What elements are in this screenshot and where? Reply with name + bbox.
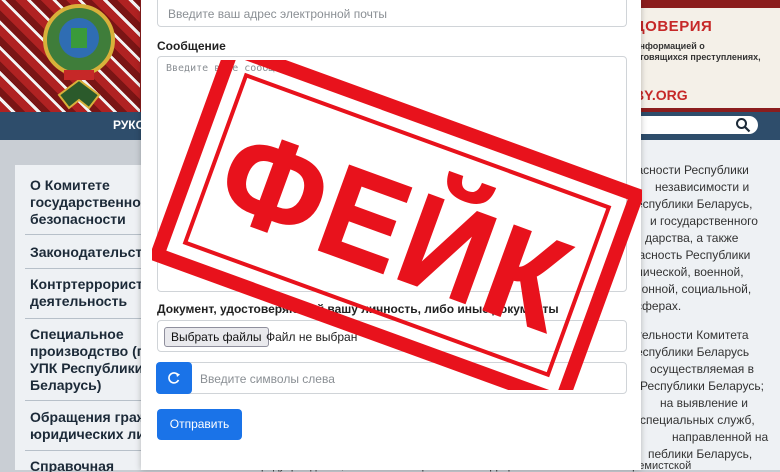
article-line: ционной, социальной,: [628, 282, 752, 296]
captcha-input[interactable]: Введите символы слева: [157, 362, 627, 394]
message-placeholder: Введите ваше сообщение: [166, 63, 299, 74]
file-input[interactable]: Выбрать файлы Файл не выбран: [157, 320, 627, 352]
article-line: дарства, а также: [645, 231, 739, 245]
file-status: Файл не выбран: [266, 330, 358, 344]
sidebar-divider: [25, 400, 155, 401]
article-line: пасности Республики: [630, 163, 749, 177]
article-line: еспублики Беларусь: [636, 345, 750, 359]
message-label: Сообщение: [157, 39, 226, 53]
search-icon[interactable]: [735, 117, 751, 133]
article-line: Республики Беларусь;: [640, 379, 764, 393]
refresh-captcha-button[interactable]: [156, 362, 192, 394]
sidebar-divider: [25, 318, 155, 319]
refresh-icon: [168, 372, 180, 384]
choose-files-button[interactable]: Выбрать файлы: [164, 327, 269, 347]
article-line: пеблики Беларусь,: [648, 447, 753, 461]
banner-text-2: отовящихся преступлениях,: [634, 52, 761, 62]
article-line: пасность Республики: [632, 248, 751, 262]
email-field[interactable]: Введите ваш адрес электронной почты: [157, 0, 627, 27]
sidebar-item-counterterrorism[interactable]: Контртеррорист деятельность: [30, 276, 155, 311]
article-line: специальных служб,: [640, 413, 755, 427]
article-line: ятельности Комитета: [630, 328, 749, 342]
captcha-placeholder: Введите символы слева: [200, 372, 335, 386]
sidebar-divider: [25, 268, 155, 269]
banner-title: ДОВЕРИЯ: [634, 18, 713, 35]
sidebar-item-appeals[interactable]: Обращения граж юридических ли: [30, 409, 155, 444]
sidebar-item-about[interactable]: О Комитете государственно безопасности: [30, 177, 155, 229]
sidebar-divider: [25, 234, 155, 235]
trust-banner[interactable]: ДОВЕРИЯ информацией о отовящихся преступ…: [628, 8, 780, 108]
article-line: омической, военной,: [628, 265, 744, 279]
sidebar-item-legislation[interactable]: Законодательст: [30, 244, 155, 262]
article-line: независимости и: [655, 180, 750, 194]
article-line: на выявление и: [660, 396, 748, 410]
email-placeholder: Введите ваш адрес электронной почты: [168, 7, 387, 21]
document-label: Документ, удостоверяющий вашу личность, …: [157, 302, 559, 316]
article-line: сферах.: [636, 299, 682, 313]
article-line: направленной на: [672, 430, 769, 444]
submit-button[interactable]: Отправить: [157, 409, 242, 440]
banner-text-1: информацией о: [634, 41, 705, 51]
sidebar-divider: [25, 450, 155, 451]
sidebar-item-special-proceedings[interactable]: Специальное производство (п УПК Республи…: [30, 326, 155, 394]
message-textarea[interactable]: Введите ваше сообщение: [157, 56, 627, 292]
banner-site: BY.ORG: [634, 87, 688, 103]
emblem-icon: [43, 4, 115, 110]
article-line: и государственного: [650, 214, 758, 228]
contact-form: Введите ваш адрес электронной почты Сооб…: [141, 0, 641, 470]
article-line: осуществляемая в: [650, 362, 754, 376]
article-line: еспублики Беларусь,: [636, 197, 753, 211]
